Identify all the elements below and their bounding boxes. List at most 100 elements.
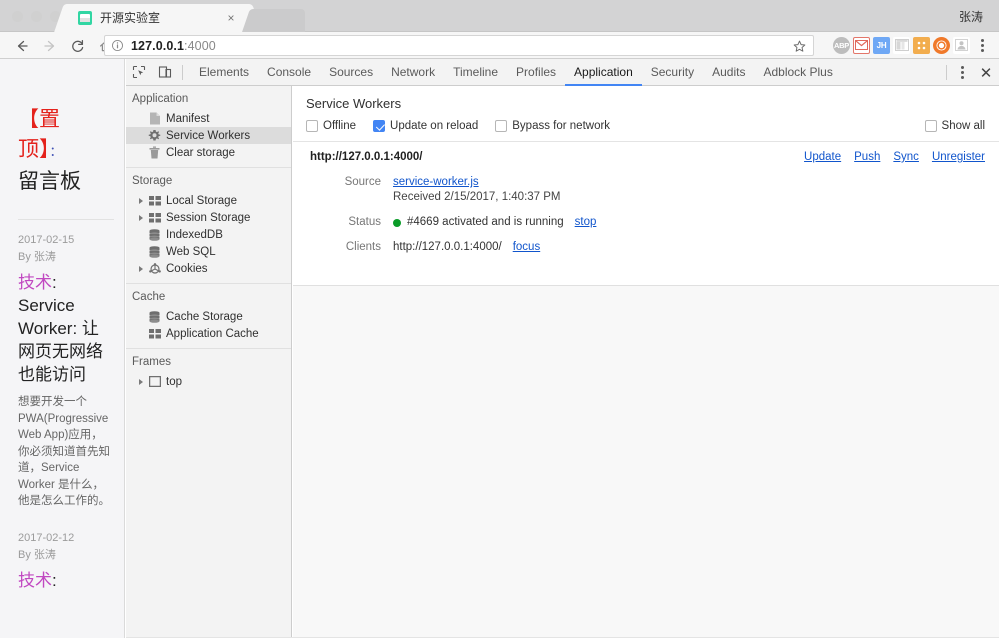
sidebar-item-label: Local Storage (166, 194, 237, 207)
sidebar-item-service-workers[interactable]: Service Workers (126, 127, 291, 144)
frame-icon (146, 376, 163, 387)
clients-row: Clients http://127.0.0.1:4000/ focus (293, 240, 999, 255)
offline-checkbox-row[interactable]: Offline (306, 120, 356, 132)
source-row: Source service-worker.js Received 2/15/2… (293, 175, 999, 205)
show-all-checkbox[interactable] (924, 120, 937, 132)
sync-link[interactable]: Sync (893, 151, 919, 163)
post-title[interactable]: 技术: (18, 569, 114, 592)
sidebar-item-session-storage[interactable]: Session Storage (126, 209, 291, 226)
extension-globe-icon[interactable] (933, 36, 950, 54)
sidebar-item-label: Service Workers (166, 129, 251, 142)
devtools-toolbar: Elements Console Sources Network Timelin… (126, 59, 999, 86)
tab-profiles[interactable]: Profiles (507, 59, 565, 86)
bypass-for-network-checkbox-row[interactable]: Bypass for network (495, 120, 610, 132)
sidebar-item-label: Cache Storage (166, 310, 243, 323)
sidebar-item-web-sql[interactable]: Web SQL (126, 243, 291, 260)
devtools-panel: Elements Console Sources Network Timelin… (126, 59, 999, 638)
post-category[interactable]: 技术 (18, 273, 52, 292)
update-link[interactable]: Update (804, 151, 841, 163)
update-on-reload-checkbox[interactable] (373, 120, 386, 132)
browser-window: 开源实验室 × 张涛 127.0.0.1:4000 ABP JH 【置 顶】： … (0, 0, 999, 638)
sidebar-item-application-cache[interactable]: Application Cache (126, 325, 291, 342)
tab-application[interactable]: Application (565, 59, 642, 86)
status-label: Status (348, 216, 381, 228)
reload-button[interactable] (64, 36, 92, 56)
database-icon (146, 310, 163, 323)
toolbar-divider (946, 65, 947, 80)
new-tab-button[interactable] (253, 9, 305, 32)
sidebar-item-label: Cookies (166, 262, 208, 275)
post-author: By 张涛 (18, 251, 56, 263)
extension-jh-icon[interactable]: JH (873, 36, 890, 54)
sidebar-item-label: Web SQL (166, 245, 216, 258)
tab-adblock-plus[interactable]: Adblock Plus (754, 59, 841, 86)
chevron-right-icon[interactable] (136, 214, 146, 221)
info-circle-icon (112, 40, 123, 51)
unregister-link[interactable]: Unregister (932, 151, 985, 163)
extension-grid-icon[interactable] (913, 36, 930, 54)
table-icon (146, 328, 163, 339)
chevron-right-icon[interactable] (136, 378, 146, 385)
profile-name[interactable]: 张涛 (959, 8, 983, 25)
sidebar-item-top-frame[interactable]: top (126, 373, 291, 390)
sidebar-item-manifest[interactable]: Manifest (126, 110, 291, 127)
window-minimize-button[interactable] (31, 11, 42, 22)
status-indicator-icon (393, 218, 401, 227)
post-title[interactable]: 技术: Service Worker: 让网页无网络也能访问 (18, 271, 114, 386)
tab-sources[interactable]: Sources (320, 59, 382, 86)
sidebar-section-application: Application (132, 93, 189, 105)
show-all-checkbox-row[interactable]: Show all (924, 120, 985, 132)
database-icon (146, 245, 163, 258)
back-button[interactable] (8, 36, 36, 56)
browser-menu-icon[interactable] (973, 36, 991, 54)
stop-link[interactable]: stop (575, 215, 597, 230)
pinned-post[interactable]: 【置 顶】： 留言板 (0, 59, 124, 220)
address-bar[interactable]: 127.0.0.1:4000 (104, 35, 814, 56)
browser-toolbar: 127.0.0.1:4000 ABP JH (0, 32, 999, 59)
devtools-close-icon[interactable]: ✕ (973, 62, 999, 84)
focus-link[interactable]: focus (513, 240, 541, 255)
bypass-for-network-checkbox[interactable] (495, 120, 508, 132)
browser-tab-active[interactable]: 开源实验室 × (68, 4, 248, 32)
source-file-link[interactable]: service-worker.js (393, 176, 479, 188)
bookmark-star-icon[interactable] (792, 39, 807, 54)
panel-title: Service Workers (306, 96, 402, 111)
sidebar-item-clear-storage[interactable]: Clear storage (126, 144, 291, 161)
post-date: 2017-02-12 (18, 531, 75, 544)
update-on-reload-label: Update on reload (390, 120, 479, 132)
chevron-right-icon[interactable] (136, 265, 146, 272)
registration-origin: http://127.0.0.1:4000/ (310, 151, 423, 163)
post-item-2[interactable]: 2017-02-12 By 张涛 技术: (0, 510, 124, 592)
tab-close-icon[interactable]: × (224, 11, 238, 25)
sidebar-item-cache-storage[interactable]: Cache Storage (126, 308, 291, 325)
chevron-right-icon[interactable] (136, 197, 146, 204)
extension-gmail-icon[interactable] (853, 36, 870, 54)
clients-label: Clients (345, 241, 381, 253)
extension-columns-icon[interactable] (893, 36, 910, 54)
forward-button[interactable] (36, 36, 64, 56)
push-link[interactable]: Push (854, 151, 880, 163)
clients-value: http://127.0.0.1:4000/ focus (393, 240, 540, 255)
extension-person-icon[interactable] (953, 36, 970, 54)
window-close-button[interactable] (12, 11, 23, 22)
tab-elements[interactable]: Elements (190, 59, 258, 86)
extension-adblock-plus-icon[interactable]: ABP (833, 36, 850, 54)
window-controls[interactable] (12, 11, 61, 22)
offline-checkbox[interactable] (306, 120, 318, 132)
tab-console[interactable]: Console (258, 59, 320, 86)
devtools-more-icon[interactable] (951, 62, 973, 84)
sidebar-item-local-storage[interactable]: Local Storage (126, 192, 291, 209)
post-category[interactable]: 技术 (18, 571, 52, 590)
toggle-device-toolbar-icon[interactable] (152, 59, 178, 85)
tab-network[interactable]: Network (382, 59, 444, 86)
post-item-1[interactable]: 2017-02-15 By 张涛 技术: Service Worker: 让网页… (0, 220, 124, 510)
sidebar-item-indexeddb[interactable]: IndexedDB (126, 226, 291, 243)
tab-audits[interactable]: Audits (703, 59, 754, 86)
tab-timeline[interactable]: Timeline (444, 59, 507, 86)
pinned-bracket-open: 【置 (18, 108, 60, 131)
sidebar-item-cookies[interactable]: Cookies (126, 260, 291, 277)
inspect-element-icon[interactable] (126, 59, 152, 85)
tab-security[interactable]: Security (642, 59, 703, 86)
update-on-reload-checkbox-row[interactable]: Update on reload (373, 120, 478, 132)
show-all-label: Show all (941, 120, 985, 132)
